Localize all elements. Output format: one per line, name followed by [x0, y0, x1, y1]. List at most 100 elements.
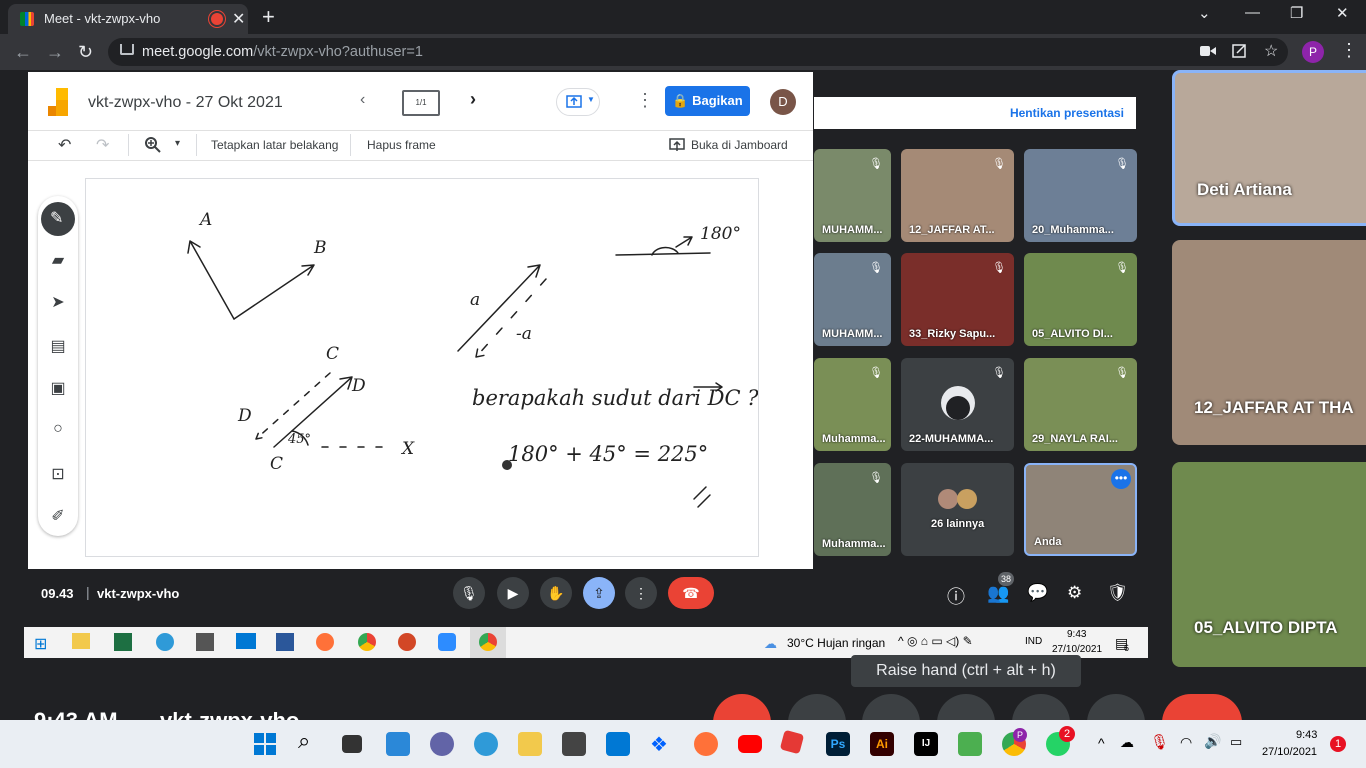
volume-icon[interactable]: 🔊 [1204, 733, 1221, 750]
tab-search-icon[interactable]: ⌄ [1198, 4, 1211, 22]
participant-tile-large[interactable]: 05_ALVITO DIPTA [1172, 462, 1366, 667]
others-tile[interactable]: 26 lainnya [901, 463, 1014, 556]
profile-avatar[interactable]: P [1302, 41, 1324, 63]
participant-tile-large[interactable]: 12_JAFFAR AT THA [1172, 240, 1366, 445]
zoom-icon[interactable] [145, 137, 161, 153]
illustrator-icon[interactable]: Ai [870, 732, 894, 756]
others-count: 26 lainnya [931, 518, 985, 530]
windows-start-icon[interactable] [254, 733, 276, 755]
meet-favicon-icon [20, 12, 34, 26]
set-background-button[interactable]: Tetapkan latar belakang [211, 138, 338, 152]
bookmark-star-icon[interactable]: ☆ [1264, 41, 1278, 61]
participant-tile[interactable]: MUHAMM... 🎙 [814, 253, 891, 346]
maximize-button[interactable]: ❐ [1290, 4, 1303, 22]
more-options-icon[interactable]: ⋮ [636, 90, 654, 111]
edge-icon[interactable] [474, 732, 498, 756]
intellij-icon[interactable]: IJ [914, 732, 938, 756]
camera-button[interactable]: ▶ [497, 577, 529, 609]
participant-tile[interactable]: 20_Muhamma... 🎙 [1024, 149, 1137, 242]
app-icon[interactable] [958, 732, 982, 756]
participant-tile[interactable]: MUHAMM... 🎙 [814, 149, 891, 242]
participant-tile[interactable]: Muhamma... 🎙 [814, 463, 891, 556]
address-bar[interactable]: meet.google.com/vkt-zwpx-vho?authuser=1 … [108, 38, 1288, 66]
onedrive-icon[interactable]: ☁ [1120, 734, 1134, 751]
search-icon[interactable]: ⌕ [298, 728, 310, 754]
widgets-icon[interactable] [386, 732, 410, 756]
present-now-button[interactable]: ⇪ [583, 577, 615, 609]
firefox-icon[interactable] [694, 732, 718, 756]
open-external-icon[interactable] [1232, 44, 1246, 58]
clock-time[interactable]: 9:43 [1296, 729, 1317, 741]
dropbox-icon[interactable]: ❖ [650, 732, 674, 756]
file-explorer-icon[interactable] [518, 732, 542, 756]
undo-icon[interactable]: ↶ [58, 135, 71, 155]
task-view-icon[interactable] [342, 735, 362, 753]
participant-tile[interactable]: 22-MUHAMMA... 🎙 [901, 358, 1014, 451]
participant-tile[interactable]: 12_JAFFAR AT... 🎙 [901, 149, 1014, 242]
more-options-button[interactable]: ⋮ [625, 577, 657, 609]
store-icon[interactable] [562, 732, 586, 756]
youtube-icon[interactable] [738, 735, 762, 753]
meeting-time: 09.43 [41, 586, 74, 601]
jamboard-avatar[interactable]: D [770, 89, 796, 115]
close-tab-icon[interactable]: ✕ [232, 9, 245, 29]
prev-frame-icon[interactable]: ‹ [360, 91, 365, 109]
end-call-button[interactable]: ☎ [668, 577, 714, 609]
app-icon[interactable] [779, 729, 805, 755]
mic-button[interactable]: 🎙 [453, 577, 485, 609]
zoom-dropdown-icon[interactable]: ▾ [175, 138, 180, 149]
notification-badge[interactable]: 1 [1330, 736, 1346, 752]
select-arrow-icon[interactable]: ➤ [48, 292, 68, 312]
info-icon[interactable]: ⓘ [947, 583, 965, 609]
share-button[interactable]: 🔒 Bagikan [665, 86, 750, 116]
image-icon[interactable]: ▣ [48, 378, 68, 398]
eraser-icon[interactable]: ▰ [48, 250, 68, 270]
next-frame-icon[interactable]: › [470, 89, 476, 110]
tab-meet[interactable]: Meet - vkt-zwpx-vho ✕ [8, 4, 248, 34]
reload-icon[interactable]: ↻ [78, 42, 93, 63]
people-icon[interactable]: 👥 [987, 583, 1009, 604]
clear-frame-button[interactable]: Hapus frame [367, 138, 436, 152]
frame-indicator[interactable]: 1/1 [402, 90, 440, 116]
wifi-icon[interactable]: ◠ [1180, 734, 1192, 751]
participant-tile[interactable]: 05_ALVITO DI... 🎙 [1024, 253, 1137, 346]
new-tab-button[interactable]: + [262, 4, 275, 30]
minimize-button[interactable]: — [1245, 4, 1260, 21]
present-dropdown-button[interactable]: ▼ [556, 88, 600, 116]
pen-tool-selected[interactable]: ✎ [41, 202, 75, 236]
chrome-menu-icon[interactable]: ⋮ [1340, 40, 1358, 61]
host-controls-icon[interactable]: 🛡 [1107, 583, 1129, 603]
laser-icon[interactable]: ✐ [48, 506, 68, 526]
speaker-tile[interactable]: Deti Artiana [1172, 70, 1366, 226]
tray-chevron-icon[interactable]: ^ [1098, 735, 1105, 751]
activities-icon[interactable]: ⚙ [1067, 583, 1082, 603]
open-jamboard-icon[interactable] [669, 138, 685, 152]
participant-tile[interactable]: 29_NAYLA RAI... 🎙 [1024, 358, 1137, 451]
label-b-vertex: B [313, 238, 327, 258]
mail-icon[interactable] [606, 732, 630, 756]
chat-teams-icon[interactable] [430, 732, 454, 756]
circle-shape-icon[interactable]: ○ [48, 420, 68, 440]
stop-presenting-button[interactable]: Hentikan presentasi [1010, 106, 1124, 120]
close-window-button[interactable]: ✕ [1336, 4, 1349, 22]
clock-date[interactable]: 27/10/2021 [1262, 746, 1317, 758]
battery-icon[interactable]: ▭ [1230, 734, 1242, 750]
raise-hand-button[interactable]: ✋ [540, 577, 572, 609]
open-in-jamboard-button[interactable]: Buka di Jamboard [691, 138, 788, 152]
jamboard-canvas[interactable]: A B C D D C 45° X a -a 180° berapakah su… [85, 178, 759, 557]
text-box-icon[interactable]: ⊡ [48, 464, 68, 484]
photoshop-icon[interactable]: Ps [826, 732, 850, 756]
camera-icon[interactable] [1200, 44, 1216, 58]
redo-icon[interactable]: ↷ [96, 135, 109, 155]
language-indicator: IND [1025, 636, 1043, 647]
forward-arrow-icon[interactable]: → [46, 42, 64, 63]
microphone-icon[interactable]: 🎙 [1150, 733, 1169, 751]
participant-tile[interactable]: Muhamma... 🎙 [814, 358, 891, 451]
self-tile[interactable]: ••• Anda [1024, 463, 1137, 556]
sticky-note-icon[interactable]: ▤ [48, 336, 68, 356]
back-arrow-icon[interactable]: ← [14, 42, 32, 63]
participant-tile[interactable]: 33_Rizky Sapu... 🎙 [901, 253, 1014, 346]
chat-icon[interactable]: 💬 [1027, 583, 1048, 603]
toolbar-divider [196, 134, 197, 156]
more-options-icon[interactable]: ••• [1111, 469, 1131, 489]
